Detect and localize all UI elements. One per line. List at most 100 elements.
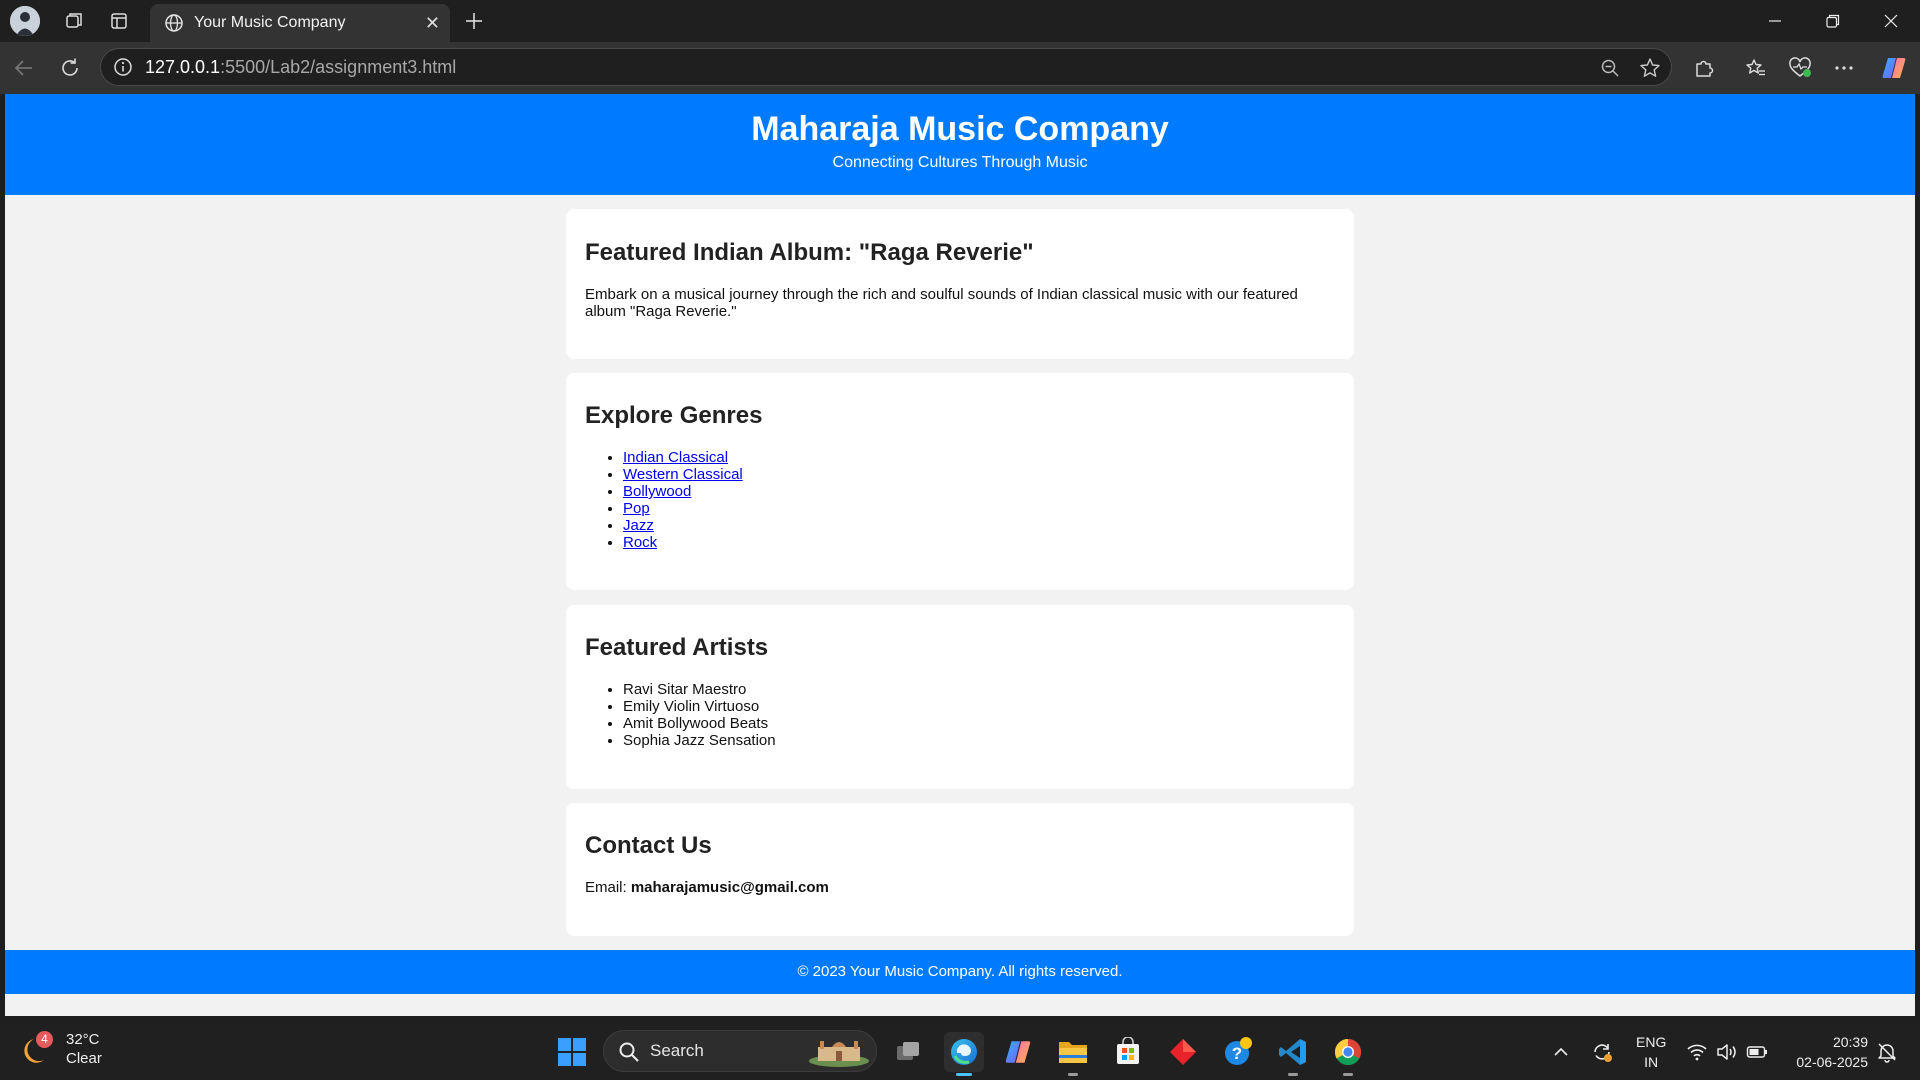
url-path: :5500/Lab2/assignment3.html [220,57,457,77]
network-volume-battery-group[interactable] [1686,1024,1768,1080]
task-view-button[interactable] [888,1032,928,1072]
profile-avatar[interactable] [10,6,40,36]
wifi-icon [1687,1044,1707,1061]
active-indicator [956,1073,972,1076]
back-button[interactable] [8,53,40,83]
search-highlight-icon [809,1041,869,1067]
taskbar-app-red-diamond[interactable] [1163,1032,1203,1072]
arrow-left-icon [14,60,32,76]
workspaces-button[interactable] [58,6,90,36]
clock-time: 20:39 [1832,1034,1868,1050]
running-indicator [1288,1073,1298,1076]
site-info-icon[interactable] [113,57,133,77]
artists-list: Ravi Sitar Maestro Emily Violin Virtuoso… [585,681,1335,749]
minimize-button[interactable] [1746,0,1804,42]
vertical-tabs-button[interactable] [103,6,135,36]
browser-title-bar: Your Music Company ✕ [0,0,1920,42]
genre-link-pop[interactable]: Pop [623,500,650,517]
vscode-icon [1279,1039,1306,1065]
restore-icon [1826,14,1840,28]
notifications-button[interactable] [1876,1024,1898,1080]
taskbar-search[interactable]: Search [603,1030,877,1072]
taskbar-app-get-help[interactable]: ? [1218,1032,1258,1072]
language-indicator[interactable]: ENG IN [1636,1032,1666,1072]
new-tab-button[interactable] [458,6,490,36]
folder-icon [1059,1042,1087,1063]
red-diamond-icon [1170,1039,1196,1065]
genres-card: Explore Genres Indian Classical Western … [566,373,1354,590]
contact-heading: Contact Us [585,832,712,859]
store-icon [1117,1037,1139,1064]
taskbar-app-copilot[interactable] [998,1032,1038,1072]
browser-essentials-button[interactable] [1784,53,1816,83]
task-view-icon [897,1042,919,1060]
taskbar-app-vscode[interactable] [1273,1032,1313,1076]
region-code: IN [1644,1054,1659,1070]
genre-link-jazz[interactable]: Jazz [623,517,654,534]
start-button[interactable] [552,1032,592,1072]
genre-item: Jazz [623,517,1335,534]
weather-widget[interactable]: 4 32°C Clear [22,1030,102,1068]
taskbar-clock[interactable]: 20:39 02-06-2025 [1796,1032,1868,1072]
copilot-button[interactable] [1878,53,1910,83]
running-indicator [1343,1073,1353,1076]
artists-card: Featured Artists Ravi Sitar Maestro Emil… [566,605,1354,789]
genre-link-western-classical[interactable]: Western Classical [623,466,743,483]
zoom-button[interactable] [1597,56,1623,80]
workspaces-icon [66,13,82,28]
refresh-icon [62,58,78,76]
extensions-button[interactable] [1688,53,1720,83]
tab-actions-icon [111,13,127,29]
featured-album-heading: Featured Indian Album: "Raga Reverie" [585,239,1034,266]
close-icon [1884,14,1898,28]
featured-album-description: Embark on a musical journey through the … [585,286,1298,320]
genre-item: Indian Classical [623,449,1335,466]
restore-button[interactable] [1804,0,1862,42]
site-header: Maharaja Music Company Connecting Cultur… [5,94,1915,195]
close-window-button[interactable] [1862,0,1920,42]
taskbar-app-file-explorer[interactable] [1053,1032,1093,1076]
weather-badge: 4 [36,1031,53,1048]
settings-menu-button[interactable] [1828,53,1860,83]
genre-link-indian-classical[interactable]: Indian Classical [623,449,728,466]
copilot-icon [1882,58,1906,78]
artist-item: Amit Bollywood Beats [623,715,1335,732]
genre-item: Western Classical [623,466,1335,483]
genre-link-rock[interactable]: Rock [623,534,657,551]
artist-item: Ravi Sitar Maestro [623,681,1335,698]
url-host: 127.0.0.1 [145,57,221,77]
taskbar-app-chrome[interactable] [1328,1032,1368,1076]
taskbar-app-store[interactable] [1108,1032,1148,1072]
refresh-button[interactable] [54,53,86,83]
site-title: Maharaja Music Company [751,110,1169,148]
featured-album-card: Featured Indian Album: "Raga Reverie" Em… [566,209,1354,359]
contact-card: Contact Us Email: maharajamusic@gmail.co… [566,803,1354,936]
favorite-button[interactable] [1637,56,1663,80]
taskbar-app-edge[interactable] [944,1032,984,1076]
copilot-app-icon [1005,1041,1031,1063]
globe-icon [165,14,183,32]
artists-heading: Featured Artists [585,634,769,661]
weather-condition: Clear [66,1050,102,1067]
puzzle-icon [1696,60,1714,77]
taskbar: 4 32°C Clear Search ? ENG IN 20:39 02-06… [0,1024,1920,1080]
contact-email-line: Email: maharajamusic@gmail.com [585,879,1335,896]
sync-tray-button[interactable] [1590,1024,1614,1080]
show-hidden-icons-button[interactable] [1552,1024,1570,1080]
tab-active[interactable]: Your Music Company ✕ [150,4,450,42]
address-bar[interactable]: 127.0.0.1:5500/Lab2/assignment3.html [100,48,1672,86]
sync-icon [1594,1044,1612,1062]
genre-link-bollywood[interactable]: Bollywood [623,483,691,500]
genre-item: Rock [623,534,1335,551]
favorites-button[interactable] [1740,53,1772,83]
zoom-out-icon [1601,59,1619,77]
svg-text:?: ? [1232,1044,1242,1063]
profile-avatar-icon [10,6,40,36]
page-viewport: Maharaja Music Company Connecting Cultur… [5,94,1915,1016]
volume-icon [1717,1044,1736,1060]
language-code: ENG [1636,1034,1667,1050]
tab-close-icon[interactable]: ✕ [425,13,440,34]
clock-date: 02-06-2025 [1796,1054,1868,1070]
tab-title: Your Music Company [194,14,346,31]
chrome-icon [1334,1038,1362,1066]
